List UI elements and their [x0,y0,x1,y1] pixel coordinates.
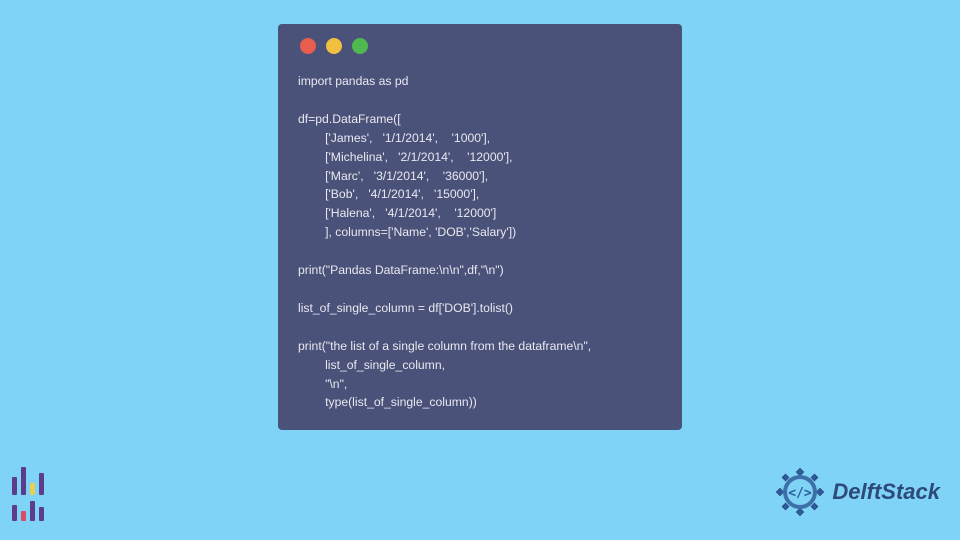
minimize-icon[interactable] [326,38,342,54]
brand-logo: </> DelftStack [774,466,940,518]
maximize-icon[interactable] [352,38,368,54]
close-icon[interactable] [300,38,316,54]
brand-name: DelftStack [832,479,940,505]
code-content: import pandas as pd df=pd.DataFrame([ ['… [298,72,662,412]
gear-icon: </> [774,466,826,518]
bars-logo-icon [12,466,54,522]
svg-text:</>: </> [789,486,813,501]
code-window: import pandas as pd df=pd.DataFrame([ ['… [278,24,682,430]
window-controls [300,38,662,54]
